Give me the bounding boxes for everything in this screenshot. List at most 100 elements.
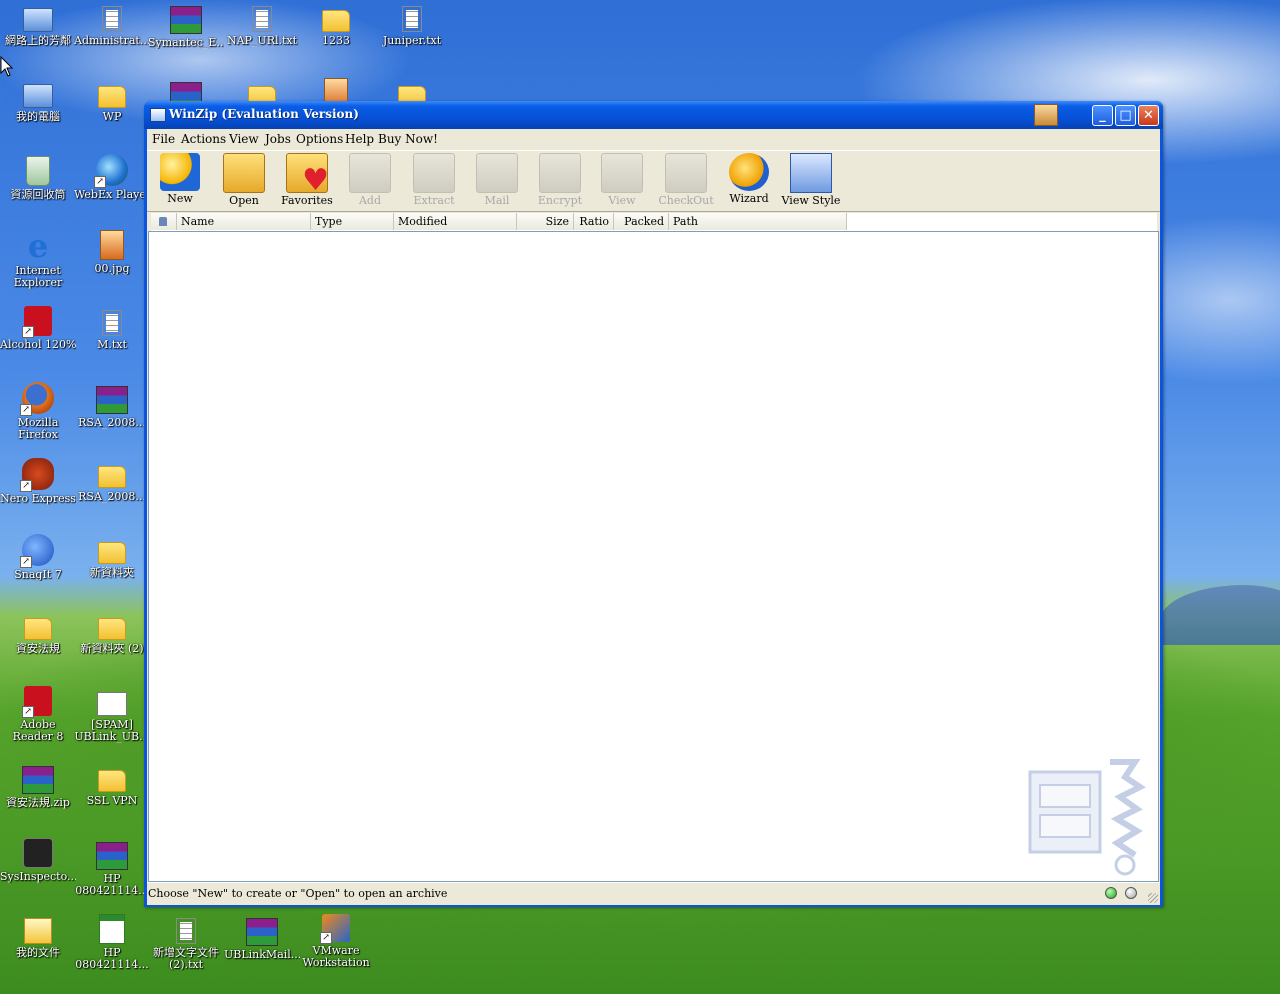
menu-jobs[interactable]: Jobs (265, 132, 291, 146)
desktop-icon-internet-explorer[interactable]: e Internet Explorer (0, 230, 76, 289)
desktop-icon-recycle-bin[interactable]: 資源回收筒 (0, 154, 76, 201)
extract-icon (413, 153, 455, 193)
desktop-icon-nero[interactable]: Nero Express (0, 458, 76, 505)
folder-icon (98, 770, 126, 792)
desktop-icon-juniper[interactable]: Juniper.txt (374, 2, 450, 47)
text-file-icon (402, 6, 422, 32)
desktop-icon-rsa-rar[interactable]: RSA_2008... (74, 382, 150, 429)
network-icon (23, 8, 53, 32)
column-size[interactable]: Size (517, 213, 574, 230)
status-message: Choose "New" to create or "Open" to open… (148, 887, 448, 900)
desktop-icon-new-text-doc[interactable]: 新增文字文件 (2).txt (148, 914, 224, 971)
file-list[interactable] (148, 231, 1159, 882)
encrypt-button[interactable]: Encrypt (530, 153, 590, 207)
rar-icon (246, 918, 278, 946)
close-button[interactable]: ✕ (1138, 105, 1159, 126)
desktop-icon-security-law-zip[interactable]: 資安法規.zip (0, 762, 76, 809)
menu-bar: File Actions View Jobs Options Help Buy … (147, 129, 1160, 149)
mail-icon (97, 692, 127, 716)
add-icon (349, 153, 391, 193)
menu-view[interactable]: View (229, 132, 259, 146)
desktop-icon-wp[interactable]: WP (74, 78, 150, 123)
title-bar[interactable]: WinZip (Evaluation Version) _ □ ✕ (144, 101, 1163, 129)
view-button[interactable]: View (592, 153, 652, 207)
desktop-icon-symantec[interactable]: Symantec_E... (148, 2, 224, 49)
new-icon (160, 153, 200, 191)
favorites-button[interactable]: Favorites (277, 153, 337, 207)
folder-icon (98, 618, 126, 640)
checkout-button[interactable]: CheckOut (656, 153, 716, 207)
column-modified[interactable]: Modified (394, 213, 517, 230)
adobe-reader-icon (22, 686, 52, 718)
desktop-icon-vmware[interactable]: VMware Workstation (298, 914, 374, 969)
desktop-icon-nap-url[interactable]: NAP_URl.txt (224, 2, 300, 47)
desktop-icon-rsa-folder[interactable]: RSA_2008... (74, 458, 150, 503)
maximize-button[interactable]: □ (1115, 105, 1136, 126)
status-idle-icon (1125, 887, 1137, 899)
image-icon (100, 230, 124, 260)
window-title: WinZip (Evaluation Version) (169, 107, 359, 121)
desktop-icon-network[interactable]: 網路上的芳鄰 (0, 2, 76, 47)
desktop-icon-hp-rar[interactable]: HP 080421114... (74, 838, 150, 897)
minimize-button[interactable]: _ (1092, 105, 1113, 126)
desktop-icon-spam-mail[interactable]: [SPAM] UBLink_UB... (74, 686, 150, 743)
new-button[interactable]: New (150, 153, 210, 205)
rar-icon (96, 386, 128, 414)
desktop-icon-firefox[interactable]: Mozilla Firefox (0, 382, 76, 441)
column-lock[interactable] (151, 213, 177, 230)
desktop-icon-webex[interactable]: WebEx Player (74, 154, 150, 201)
mail-button[interactable]: Mail (467, 153, 527, 207)
desktop-icon-ssl-vpn[interactable]: SSL VPN (74, 762, 150, 807)
excel-icon (99, 914, 125, 944)
encrypt-icon (539, 153, 581, 193)
menu-help[interactable]: Help (345, 132, 374, 146)
view-style-button[interactable]: View Style (781, 153, 841, 207)
desktop-icon-1233[interactable]: 1233 (298, 2, 374, 47)
desktop-icon-my-computer[interactable]: 我的電腦 (0, 78, 76, 123)
open-icon (223, 153, 265, 193)
text-file-icon (176, 918, 196, 944)
documents-icon (24, 918, 52, 944)
column-name[interactable]: Name (177, 213, 311, 230)
distant-hill (1160, 585, 1280, 645)
desktop-icon-ublinkmail[interactable]: UBLinkMail... (224, 914, 300, 961)
menu-actions[interactable]: Actions (181, 132, 226, 146)
desktop-icon-security-law[interactable]: 資安法規 (0, 610, 76, 655)
open-button[interactable]: Open (214, 153, 274, 207)
desktop-icon-00jpg[interactable]: 00.jpg (74, 230, 150, 275)
desktop-icon-administrat[interactable]: Administrat... (74, 2, 150, 47)
text-file-icon (252, 6, 272, 32)
desktop-icon-m-txt[interactable]: M.txt (74, 306, 150, 351)
evaluation-badge-icon (1034, 104, 1058, 126)
nero-icon (20, 458, 54, 492)
desktop-icon-adobe-reader[interactable]: Adobe Reader 8 (0, 686, 76, 743)
text-file-icon (102, 6, 122, 32)
menu-options[interactable]: Options (296, 132, 343, 146)
desktop-icon-hp-excel[interactable]: HP 080421114... (74, 914, 150, 971)
wizard-icon (729, 153, 769, 191)
wizard-button[interactable]: Wizard (719, 153, 779, 205)
folder-icon (98, 466, 126, 488)
column-packed[interactable]: Packed (614, 213, 669, 230)
desktop-icon-new-folder-2[interactable]: 新資料夾 (2) (74, 610, 150, 655)
winzip-window: WinZip (Evaluation Version) _ □ ✕ File A… (144, 101, 1163, 907)
desktop-icon-new-folder[interactable]: 新資料夾 (74, 534, 150, 579)
desktop-icon-sysinspector[interactable]: SysInspecto... (0, 838, 76, 883)
desktop-icon-alcohol[interactable]: Alcohol 120% (0, 306, 76, 351)
column-ratio[interactable]: Ratio (574, 213, 614, 230)
resize-grip[interactable] (1148, 893, 1158, 903)
desktop-icon-snagit[interactable]: SnagIt 7 (0, 534, 76, 581)
column-type[interactable]: Type (311, 213, 394, 230)
toolbar: New Open Favorites Add Extract Mail Encr… (147, 150, 1160, 212)
winzip-app-icon[interactable] (150, 108, 166, 122)
window-client: File Actions View Jobs Options Help Buy … (147, 129, 1160, 905)
desktop-icon-my-documents[interactable]: 我的文件 (0, 914, 76, 959)
folder-icon (24, 618, 52, 640)
menu-buy-now[interactable]: Buy Now! (378, 132, 438, 146)
mouse-cursor-icon (0, 56, 14, 77)
extract-button[interactable]: Extract (404, 153, 464, 207)
add-button[interactable]: Add (340, 153, 400, 207)
text-file-icon (102, 310, 122, 336)
menu-file[interactable]: File (152, 132, 175, 146)
column-path[interactable]: Path (669, 213, 847, 230)
